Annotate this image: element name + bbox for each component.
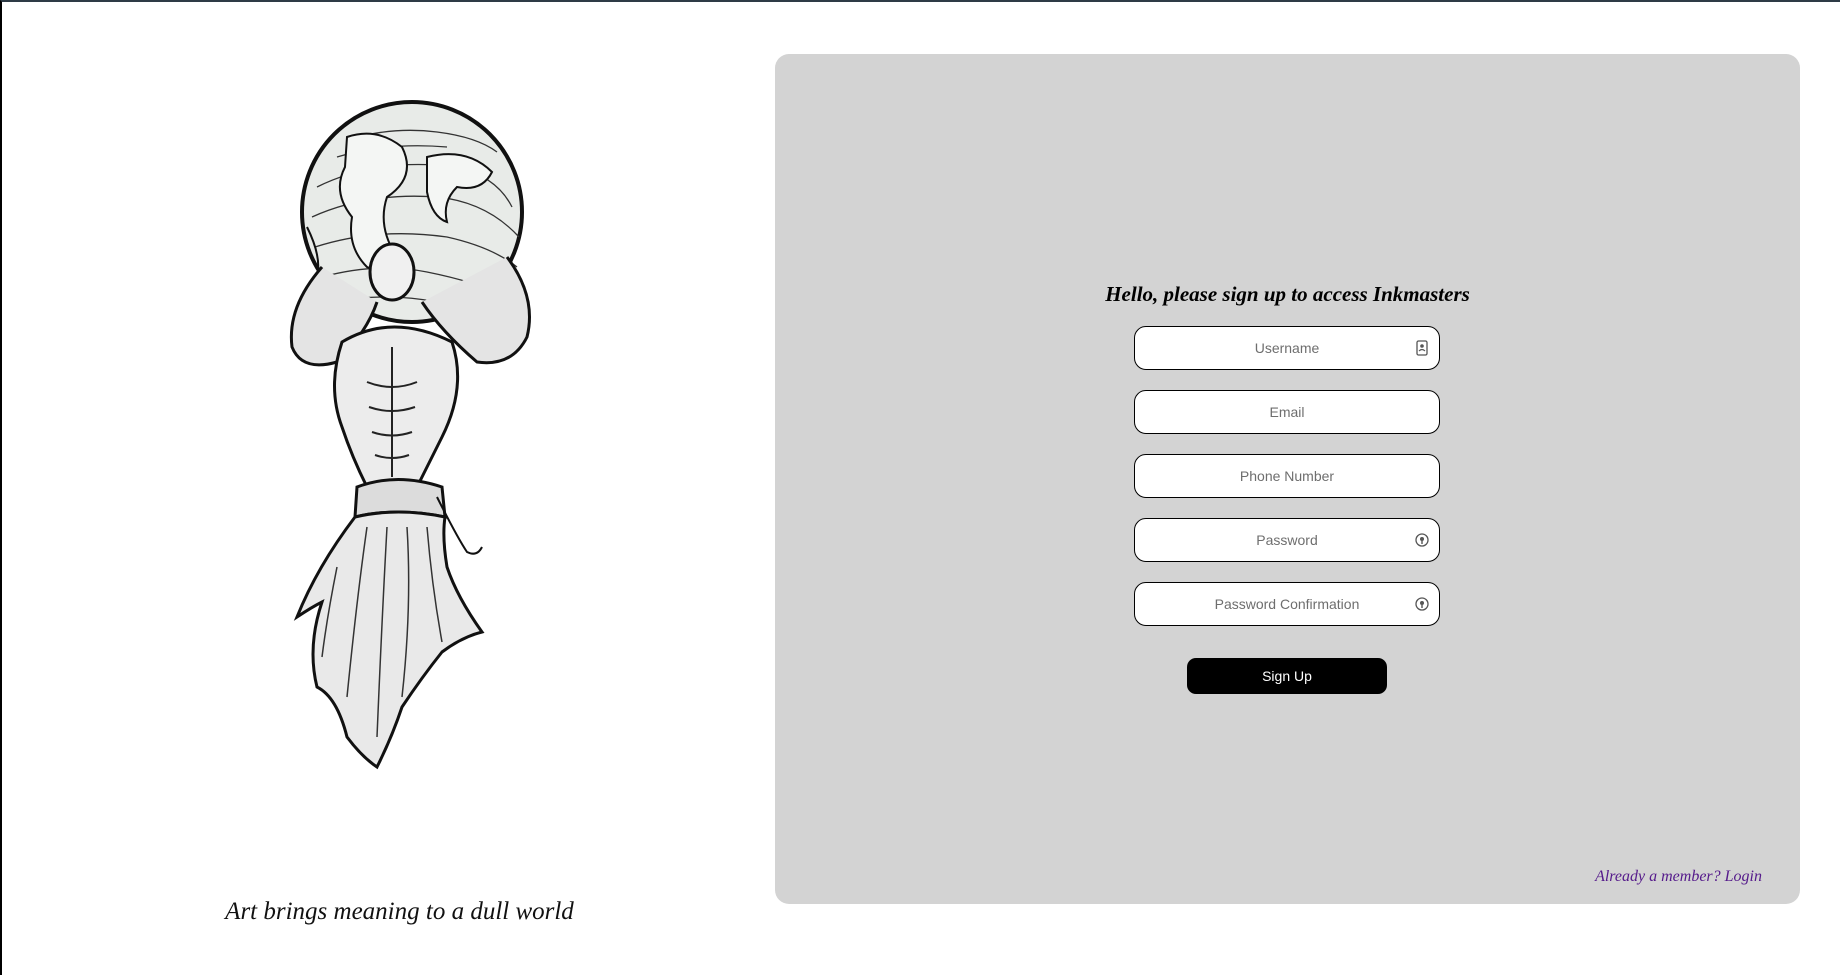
password-confirmation-input[interactable] <box>1135 583 1439 625</box>
username-field-wrapper <box>1134 326 1440 370</box>
phone-field-wrapper <box>1134 454 1440 498</box>
contact-card-icon <box>1413 339 1431 357</box>
password-input[interactable] <box>1135 519 1439 561</box>
left-panel: Art brings meaning to a dull world <box>2 2 772 975</box>
password-key-icon[interactable] <box>1413 595 1431 613</box>
phone-input[interactable] <box>1135 455 1439 497</box>
password-key-icon[interactable] <box>1413 531 1431 549</box>
page: Art brings meaning to a dull world Hello… <box>0 0 1840 975</box>
signup-card: Hello, please sign up to access Inkmaste… <box>775 54 1800 904</box>
email-input[interactable] <box>1135 391 1439 433</box>
form-title: Hello, please sign up to access Inkmaste… <box>1105 282 1470 306</box>
password-confirmation-field-wrapper <box>1134 582 1440 626</box>
password-field-wrapper <box>1134 518 1440 562</box>
login-link[interactable]: Already a member? Login <box>1595 868 1762 886</box>
tagline: Art brings meaning to a dull world <box>225 898 574 925</box>
atlas-globe-illustration <box>289 100 531 770</box>
sign-up-button[interactable]: Sign Up <box>1187 658 1387 694</box>
username-input[interactable] <box>1135 327 1439 369</box>
email-field-wrapper <box>1134 390 1440 434</box>
